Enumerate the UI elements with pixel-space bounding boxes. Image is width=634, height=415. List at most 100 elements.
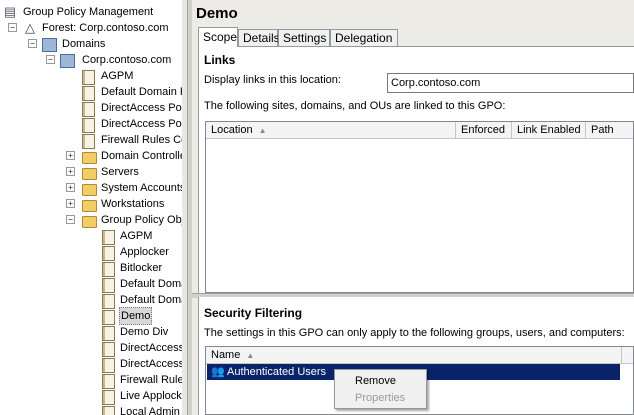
security-list-header: Name ▲: [206, 347, 633, 364]
tree-label: Group Policy Management: [23, 6, 154, 18]
tree-label: DirectAccess: [120, 358, 185, 370]
gpo-icon: [102, 246, 115, 261]
gpo-icon: [102, 262, 115, 277]
column-enforced[interactable]: Enforced: [456, 122, 512, 138]
ou-folder-icon: [82, 184, 97, 196]
tree-label: Corp.contoso.com: [82, 54, 172, 66]
console-tree[interactable]: ▤ Group Policy Management − △ Forest: Co…: [0, 0, 187, 415]
column-link-enabled[interactable]: Link Enabled: [512, 122, 586, 138]
tree-item-ou[interactable]: + Workstations: [66, 196, 186, 212]
tree-item-link[interactable]: DirectAccess Polic: [82, 100, 187, 117]
tree-item-gpo[interactable]: Default Doma: [102, 292, 186, 309]
column-label: Name: [211, 349, 241, 361]
tree-label: AGPM: [120, 230, 153, 242]
collapse-icon[interactable]: −: [8, 23, 17, 32]
details-pane: Demo Scope Details Settings Delegation L…: [192, 0, 634, 415]
gpo-icon: [102, 326, 115, 341]
tree-item-gpo-folder[interactable]: − Group Policy Obje: [66, 212, 187, 228]
tree-item-gpo[interactable]: Applocker: [102, 244, 186, 261]
ou-folder-icon: [82, 200, 97, 212]
gpo-icon: [102, 406, 115, 415]
tree-item-gpo[interactable]: Firewall Rules: [102, 372, 186, 389]
column-label: Location: [211, 124, 253, 136]
column-location[interactable]: Location ▲: [206, 122, 456, 138]
tree-item-gpo-selected[interactable]: Demo: [102, 307, 186, 325]
gpo-link-icon: [82, 70, 95, 85]
gpo-link-icon: [82, 102, 95, 117]
tree-label: Firewall Rules: [120, 374, 186, 386]
gpo-icon: [102, 294, 115, 309]
expand-icon[interactable]: +: [66, 151, 75, 160]
tree-label: Domain Controller: [101, 150, 187, 162]
gpo-link-icon: [82, 134, 95, 149]
links-list[interactable]: Location ▲ Enforced Link Enabled Path: [205, 121, 634, 293]
links-list-header: Location ▲ Enforced Link Enabled Path: [206, 122, 633, 139]
tree-label: Workstations: [101, 198, 165, 210]
tree-item-link[interactable]: Firewall Rules Cor: [82, 132, 187, 149]
security-filtering-heading: Security Filtering: [204, 306, 303, 320]
gpo-icon: [102, 230, 115, 245]
links-description: The following sites, domains, and OUs ar…: [204, 100, 506, 112]
tree-label: Firewall Rules Cor: [101, 134, 187, 146]
tab-details[interactable]: Details: [238, 29, 280, 46]
tree-item-link[interactable]: Default Domain Po: [82, 84, 187, 101]
tree-item-gpo[interactable]: Default Doma: [102, 276, 186, 293]
tree-label: Default Domain Po: [101, 86, 187, 98]
gpo-folder-icon: [82, 216, 97, 228]
gpo-link-icon: [82, 118, 95, 133]
tree-item-gpo[interactable]: Live Applocke: [102, 388, 186, 405]
tree-item-ou[interactable]: + Servers: [66, 164, 186, 180]
tree-label: Default Doma: [120, 294, 186, 306]
context-menu: Remove Properties: [334, 369, 427, 409]
menu-item-remove[interactable]: Remove: [336, 373, 425, 390]
tree-item-gpo[interactable]: AGPM: [102, 228, 186, 245]
ou-folder-icon: [82, 152, 97, 164]
gpo-icon: [102, 358, 115, 373]
domain-icon: [60, 54, 75, 68]
gpo-icon: [102, 390, 115, 405]
tree-label: Live Applocke: [120, 390, 186, 402]
tree-item-link[interactable]: DirectAccess Polic: [82, 116, 187, 133]
collapse-icon[interactable]: −: [66, 215, 75, 224]
display-links-select[interactable]: Corp.contoso.com: [387, 73, 634, 93]
collapse-icon[interactable]: −: [46, 55, 55, 64]
tree-item-link[interactable]: AGPM: [82, 68, 186, 85]
column-path[interactable]: Path: [586, 122, 633, 138]
tree-item-ou[interactable]: + System Accounts: [66, 180, 186, 196]
gpo-icon: [102, 278, 115, 293]
tree-item-gpo[interactable]: DirectAccess: [102, 340, 186, 357]
sort-ascending-icon: ▲: [246, 351, 255, 360]
tree-item-gpo[interactable]: Local Admin: [102, 404, 186, 415]
console-icon: ▤: [3, 4, 17, 19]
expand-icon[interactable]: +: [66, 167, 75, 176]
security-filtering-description: The settings in this GPO can only apply …: [204, 327, 625, 339]
tree-label: Servers: [101, 166, 139, 178]
tree-label: DirectAccess Polic: [101, 118, 187, 130]
tree-item-gpo[interactable]: Bitlocker: [102, 260, 186, 277]
sort-ascending-icon: ▲: [258, 126, 267, 135]
ou-folder-icon: [82, 168, 97, 180]
list-item-label: Authenticated Users: [227, 366, 327, 378]
tree-label: Forest: Corp.contoso.com: [42, 22, 169, 34]
tree-item-gpo[interactable]: DirectAccess: [102, 356, 186, 373]
expand-icon[interactable]: +: [66, 183, 75, 192]
expand-icon[interactable]: +: [66, 199, 75, 208]
gpo-title: Demo: [196, 5, 238, 22]
tree-label: Default Doma: [120, 278, 186, 290]
domains-icon: [42, 38, 57, 52]
tree-item-gpo[interactable]: Demo Div: [102, 324, 186, 341]
links-heading: Links: [204, 53, 236, 67]
tree-label: Applocker: [120, 246, 169, 258]
tab-scope[interactable]: Scope: [198, 27, 238, 47]
tree-item-ou[interactable]: + Domain Controller: [66, 148, 187, 164]
tree-label: Local Admin: [120, 406, 180, 415]
gpo-icon: [102, 310, 115, 325]
column-name[interactable]: Name ▲: [206, 347, 622, 363]
menu-item-properties[interactable]: Properties: [336, 390, 425, 407]
collapse-icon[interactable]: −: [28, 39, 37, 48]
tree-label: DirectAccess Polic: [101, 102, 187, 114]
gpo-icon: [102, 342, 115, 357]
user-group-icon: 👥: [211, 366, 225, 378]
tab-settings[interactable]: Settings: [278, 29, 330, 46]
tab-delegation[interactable]: Delegation: [330, 29, 398, 46]
